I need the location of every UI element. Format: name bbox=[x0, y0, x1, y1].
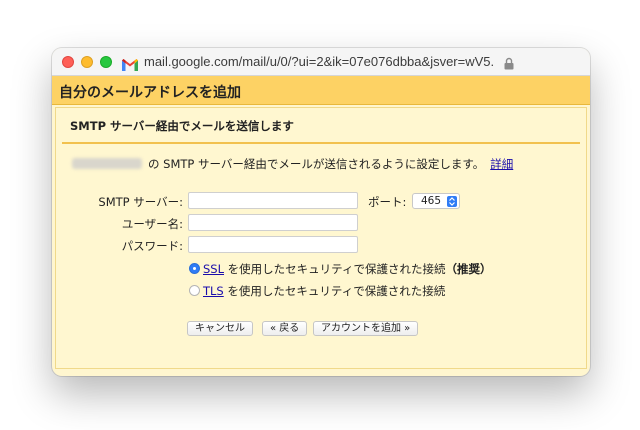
port-select[interactable]: 465 bbox=[412, 193, 460, 209]
close-window-button[interactable] bbox=[62, 56, 74, 68]
password-label: パスワード: bbox=[121, 239, 183, 253]
password-input[interactable] bbox=[188, 236, 358, 253]
tls-radio[interactable] bbox=[189, 285, 200, 296]
window-titlebar: mail.google.com/mail/u/0/?ui=2&ik=07e076… bbox=[52, 48, 590, 76]
ssl-option[interactable]: SSL を使用したセキュリティで保護された接続（推奨） bbox=[189, 261, 491, 277]
username-input[interactable] bbox=[188, 214, 358, 231]
ssl-text: を使用したセキュリティで保護された接続 bbox=[227, 262, 446, 276]
ssl-link[interactable]: SSL bbox=[203, 262, 224, 276]
ssl-radio[interactable] bbox=[189, 263, 200, 274]
tls-text: を使用したセキュリティで保護された接続 bbox=[227, 284, 446, 298]
lock-icon bbox=[504, 55, 514, 70]
cancel-button[interactable]: キャンセル bbox=[187, 321, 253, 336]
zoom-window-button[interactable] bbox=[100, 56, 112, 68]
section-title: SMTP サーバー経由でメールを送信します bbox=[70, 119, 294, 133]
chevron-updown-icon bbox=[447, 196, 457, 207]
intro-text: の SMTP サーバー経由でメールが送信されるように設定します。 bbox=[148, 157, 485, 171]
tls-link[interactable]: TLS bbox=[203, 284, 224, 298]
gmail-icon bbox=[122, 56, 138, 71]
tls-option[interactable]: TLS を使用したセキュリティで保護された接続 bbox=[189, 283, 445, 299]
port-label: ポート: bbox=[368, 195, 407, 209]
smtp-server-input[interactable] bbox=[188, 192, 358, 209]
minimize-window-button[interactable] bbox=[81, 56, 93, 68]
browser-window: mail.google.com/mail/u/0/?ui=2&ik=07e076… bbox=[52, 48, 590, 376]
page-title: 自分のメールアドレスを追加 bbox=[59, 85, 241, 101]
redacted-email bbox=[72, 158, 142, 169]
page-header: 自分のメールアドレスを追加 bbox=[52, 76, 590, 105]
divider bbox=[62, 142, 580, 144]
smtp-server-label: SMTP サーバー: bbox=[98, 195, 183, 209]
url-text: mail.google.com/mail/u/0/?ui=2&ik=07e076… bbox=[144, 54, 494, 69]
intro-row: の SMTP サーバー経由でメールが送信されるように設定します。 詳細 bbox=[72, 156, 513, 172]
username-label: ユーザー名: bbox=[121, 217, 183, 231]
port-value: 465 bbox=[421, 195, 442, 207]
detail-link[interactable]: 詳細 bbox=[490, 157, 513, 171]
add-account-button[interactable]: アカウントを追加 » bbox=[313, 321, 419, 336]
recommended-badge: （推奨） bbox=[445, 262, 492, 276]
content-panel: SMTP サーバー経由でメールを送信します の SMTP サーバー経由でメールが… bbox=[55, 107, 587, 369]
back-button[interactable]: « 戻る bbox=[262, 321, 308, 336]
